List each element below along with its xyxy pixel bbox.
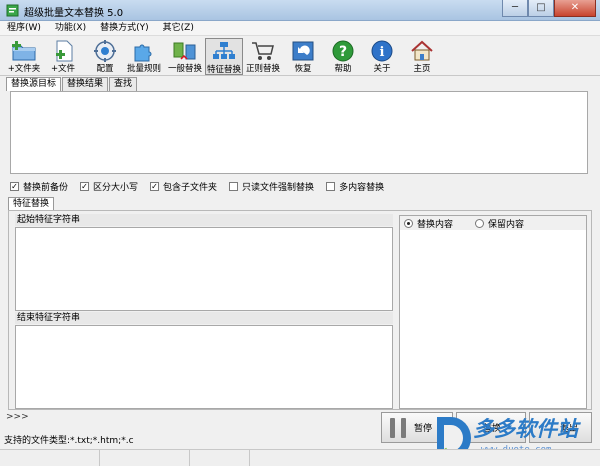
about-button[interactable]: i 关于 [363, 38, 401, 75]
feature-replace-panel: 起始特征字符串 结束特征字符串 替换内容 保留内容 [8, 210, 592, 410]
option-multi-content[interactable]: 多内容替换 [326, 179, 384, 193]
undo-icon [292, 41, 314, 61]
info-icon: i [371, 40, 393, 62]
feature-replace-button[interactable]: 特征替换 [205, 38, 243, 75]
file-types-label: 支持的文件类型:*.txt;*.htm;*.c [4, 436, 134, 446]
pause-icon [390, 417, 406, 438]
puzzle-icon [134, 44, 152, 62]
status-cell [0, 450, 100, 466]
options-row: ✓ 替换前备份 ✓ 区分大小写 ✓ 包含子文件夹 只读文件强制替换 多内容替换 [10, 179, 396, 193]
multi-content-checkbox[interactable] [326, 181, 336, 191]
replacement-group: 替换内容 保留内容 [399, 215, 587, 409]
batch-rules-button[interactable]: 批量规则 [125, 38, 163, 75]
add-folder-button[interactable]: +文件夹 [5, 38, 43, 75]
add-folder-icon [12, 41, 36, 61]
backup-checkbox[interactable]: ✓ [10, 181, 19, 191]
status-cell [190, 450, 250, 466]
toolbar: +文件夹 +文件 配置 批量规则 一般替换 特征替换 正则替换 恢复 ? 帮助 … [0, 36, 600, 76]
home-icon [411, 40, 433, 61]
end-feature-input[interactable] [15, 325, 393, 409]
case-sensitive-checkbox[interactable]: ✓ [80, 181, 90, 191]
tree-icon [213, 42, 235, 59]
help-button[interactable]: ? 帮助 [324, 38, 362, 75]
regex-replace-button[interactable]: 正则替换 [244, 38, 282, 75]
replace-mode-radios: 替换内容 保留内容 [400, 216, 586, 230]
keep-content-radio[interactable] [475, 218, 485, 228]
cart-icon [252, 42, 274, 60]
source-tabs: 替换源目标 替换结果 查找 [6, 77, 138, 91]
include-subfolders-checkbox[interactable]: ✓ [150, 181, 160, 191]
status-cell [250, 450, 600, 466]
tab-feature-replace[interactable]: 特征替换 [8, 197, 55, 211]
menu-program[interactable]: 程序(W) [0, 21, 48, 35]
option-case-sensitive[interactable]: ✓ 区分大小写 [80, 179, 138, 193]
watermark-text: 多多软件站 [473, 417, 578, 441]
maximize-button[interactable]: □ [528, 0, 554, 17]
replace-content-radio[interactable] [404, 218, 413, 228]
status-cell [100, 450, 190, 466]
menu-bar: 程序(W) 功能(X) 替换方式(Y) 其它(Z) [0, 21, 600, 36]
restore-button[interactable]: 恢复 [284, 38, 322, 75]
end-feature-label: 结束特征字符串 [15, 312, 393, 324]
start-feature-input[interactable] [15, 227, 393, 311]
tab-replace-result[interactable]: 替换结果 [62, 77, 109, 91]
app-icon [6, 4, 19, 17]
tab-replace-source[interactable]: 替换源目标 [6, 77, 62, 91]
option-include-subfolders[interactable]: ✓ 包含子文件夹 [150, 179, 217, 193]
option-backup[interactable]: ✓ 替换前备份 [10, 179, 68, 193]
config-icon [94, 40, 116, 62]
menu-function[interactable]: 功能(X) [48, 21, 93, 35]
option-force-readonly[interactable]: 只读文件强制替换 [229, 179, 314, 193]
add-file-icon [56, 40, 73, 62]
tab-find[interactable]: 查找 [109, 77, 138, 91]
menu-replace-mode[interactable]: 替换方式(Y) [93, 21, 156, 35]
svg-text:?: ? [339, 44, 347, 60]
feature-tabs: 特征替换 [8, 197, 55, 211]
window-title: 超级批量文本替换 5.0 [24, 8, 124, 19]
window-controls: ─ □ ✕ [502, 0, 596, 18]
title-bar: 超级批量文本替换 5.0 ─ □ ✕ [0, 0, 600, 21]
source-target-list[interactable] [10, 91, 588, 174]
force-readonly-checkbox[interactable] [229, 181, 239, 191]
swap-icon [173, 42, 196, 60]
normal-replace-button[interactable]: 一般替换 [166, 38, 204, 75]
log-output: >>> [6, 412, 29, 422]
start-feature-label: 起始特征字符串 [15, 214, 393, 226]
status-bar [0, 449, 600, 466]
menu-other[interactable]: 其它(Z) [156, 21, 201, 35]
help-icon: ? [332, 40, 354, 62]
svg-text:i: i [380, 45, 385, 60]
config-button[interactable]: 配置 [86, 38, 124, 75]
close-button[interactable]: ✕ [554, 0, 596, 17]
add-file-button[interactable]: +文件 [44, 38, 82, 75]
minimize-button[interactable]: ─ [502, 0, 528, 17]
home-button[interactable]: 主页 [403, 38, 441, 75]
